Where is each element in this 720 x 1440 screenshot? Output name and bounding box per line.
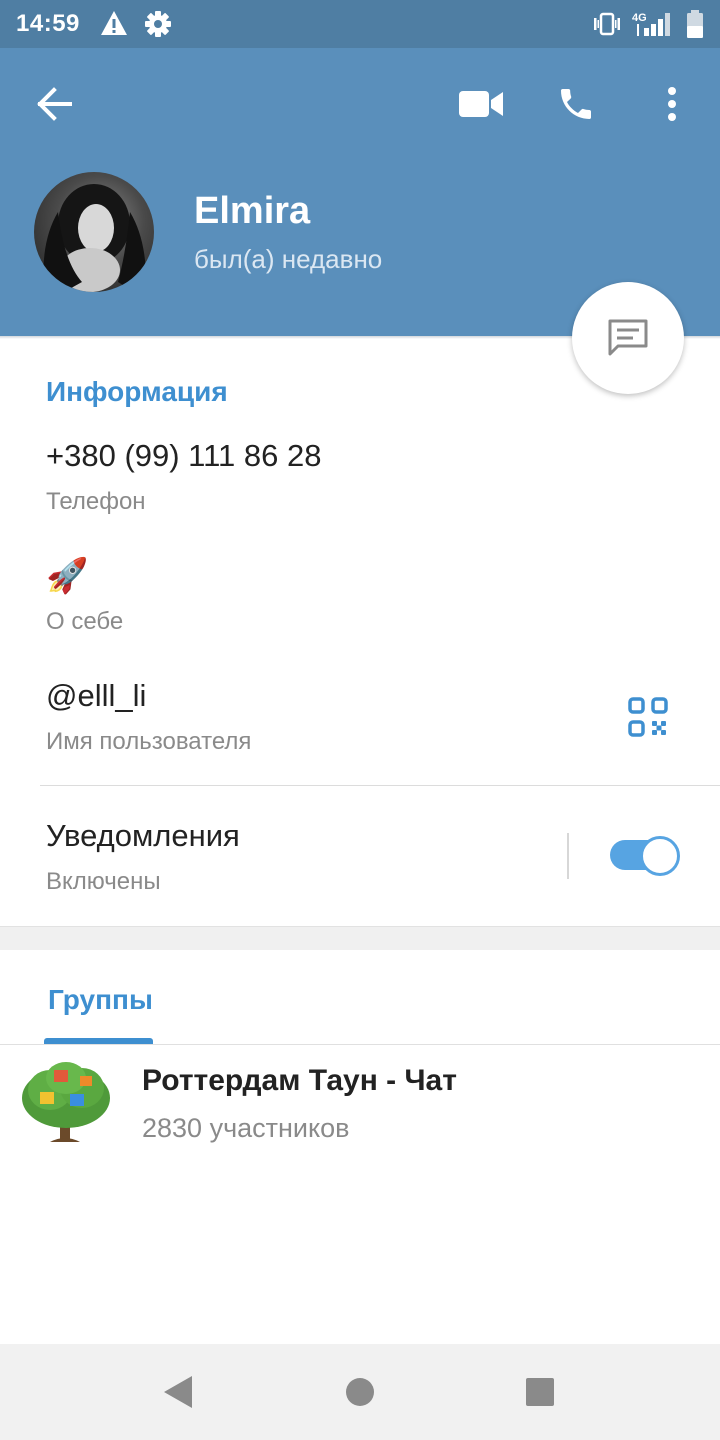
warning-icon xyxy=(101,11,127,35)
groups-tab[interactable]: Группы xyxy=(48,984,153,1016)
video-call-button[interactable] xyxy=(458,88,504,120)
bio-row[interactable]: 🚀 О себе xyxy=(0,550,720,650)
more-options-button[interactable] xyxy=(662,86,682,122)
more-vert-icon xyxy=(668,87,676,121)
phone-row[interactable]: +380 (99) 111 86 28 Телефон xyxy=(0,430,720,530)
info-section-title: Информация xyxy=(46,376,228,407)
nav-recents-button[interactable] xyxy=(524,1376,556,1408)
video-call-icon xyxy=(459,91,503,117)
nav-home-icon xyxy=(346,1378,374,1406)
phone-number: +380 (99) 111 86 28 xyxy=(46,438,322,473)
nav-back-button[interactable] xyxy=(162,1374,194,1410)
last-seen-status: был(а) недавно xyxy=(194,244,383,274)
phone-icon xyxy=(561,89,591,119)
bio-caption: О себе xyxy=(46,608,124,635)
nav-back-icon xyxy=(164,1376,192,1408)
toggle-knob[interactable] xyxy=(640,836,680,876)
section-gap xyxy=(0,926,720,950)
bio-rocket-emoji: 🚀 xyxy=(46,557,89,595)
nav-recents-icon xyxy=(526,1378,554,1406)
group-avatar xyxy=(22,1062,110,1142)
signal-icon xyxy=(637,13,670,36)
avatar-photo xyxy=(43,184,147,292)
settings-icon xyxy=(145,11,171,37)
status-time: 14:59 xyxy=(16,10,80,37)
qr-code-button[interactable] xyxy=(628,697,668,737)
system-nav-bar xyxy=(0,1344,720,1440)
divider xyxy=(0,1044,720,1045)
contact-name: Elmira xyxy=(194,190,311,232)
send-message-button[interactable] xyxy=(572,282,684,394)
arrow-left-icon xyxy=(37,87,72,121)
nav-home-button[interactable] xyxy=(344,1376,376,1408)
username: @elll_li xyxy=(46,678,147,713)
username-caption: Имя пользователя xyxy=(46,728,252,755)
message-icon xyxy=(608,319,648,356)
divider xyxy=(40,785,720,786)
notifications-caption: Включены xyxy=(46,868,161,895)
status-bar: 14:59 4G xyxy=(0,0,720,48)
battery-icon xyxy=(687,10,703,38)
vertical-separator xyxy=(567,833,569,879)
phone-caption: Телефон xyxy=(46,488,146,515)
group-member-count: 2830 участников xyxy=(142,1113,350,1143)
phone-call-button[interactable] xyxy=(556,84,596,124)
avatar[interactable] xyxy=(34,172,154,292)
username-row[interactable]: @elll_li Имя пользователя xyxy=(0,670,720,780)
vibrate-icon xyxy=(594,12,620,36)
back-button[interactable] xyxy=(34,84,76,124)
group-name: Роттердам Таун - Чат xyxy=(142,1064,457,1097)
notifications-label: Уведомления xyxy=(46,818,240,853)
notifications-row[interactable]: Уведомления Включены xyxy=(0,810,560,910)
